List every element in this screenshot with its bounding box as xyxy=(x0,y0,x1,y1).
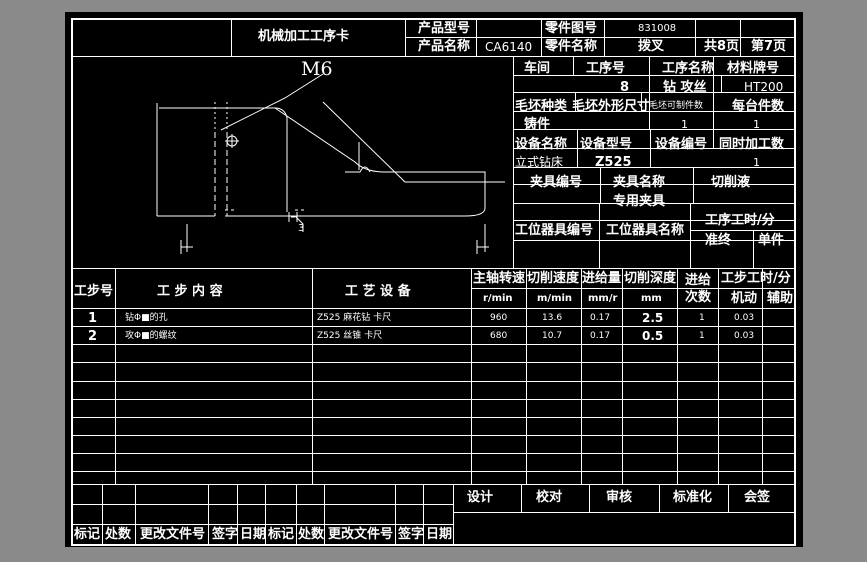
step-passes: 1 xyxy=(699,313,705,323)
material-value: HT200 xyxy=(744,80,784,94)
op-name-label: 工序名称 xyxy=(662,61,715,76)
col-passes: 进给次数 xyxy=(685,273,712,305)
footer-date-1: 日期 xyxy=(240,527,267,542)
equip-name-value: 立式钻床 xyxy=(515,155,564,169)
step-content: 钻Φ■的孔 xyxy=(125,313,168,323)
footer-change-doc-2: 更改文件号 xyxy=(328,527,394,542)
dimension-3: 3 xyxy=(298,223,305,234)
step-depth: 2.5 xyxy=(642,311,664,325)
footer-standard: 标准化 xyxy=(673,490,713,505)
footer-signature-2: 签字 xyxy=(398,527,425,542)
op-time-label: 工序工时/分 xyxy=(705,213,775,228)
parts-per-unit-label: 每台件数 xyxy=(732,99,785,114)
fixture-name-label: 夹具名称 xyxy=(613,175,666,190)
footer-sign: 会签 xyxy=(744,490,771,505)
col-machine: 机动 xyxy=(731,291,758,306)
equip-model-value: Z525 xyxy=(595,155,632,170)
footer-count-1: 处数 xyxy=(105,527,132,542)
unit-cut: m/min xyxy=(537,293,573,304)
footer-mark-1: 标记 xyxy=(74,527,101,542)
coolant-label: 切削液 xyxy=(711,175,751,190)
footer-signature-1: 签字 xyxy=(212,527,239,542)
col-spindle-speed: 主轴转速 xyxy=(473,271,526,286)
fixture-name-value: 专用夹具 xyxy=(613,194,666,209)
workshop-label: 车间 xyxy=(524,61,551,76)
blank-type-value: 铸件 xyxy=(524,117,551,132)
col-cut-speed: 切削速度 xyxy=(527,271,580,286)
step-speed: 960 xyxy=(490,313,508,323)
step-cut: 10.7 xyxy=(542,331,563,341)
footer-proof: 校对 xyxy=(536,490,563,505)
step-machine: 0.03 xyxy=(734,313,755,323)
col-content: 工 步 内 容 xyxy=(157,284,223,299)
col-aux: 辅助 xyxy=(767,291,794,306)
footer-date-2: 日期 xyxy=(426,527,453,542)
col-step-no: 工步号 xyxy=(74,284,114,299)
blank-parts-label: 毛坯可制件数 xyxy=(649,101,704,111)
step-speed: 680 xyxy=(490,331,508,341)
unit-feed: mm/r xyxy=(588,293,618,304)
op-no-value: 8 xyxy=(620,80,630,95)
prep-label: 准终 xyxy=(705,233,732,248)
step-feed: 0.17 xyxy=(590,313,611,323)
col-step-time: 工步工时/分 xyxy=(721,271,791,286)
unit-depth: mm xyxy=(641,293,662,304)
step-machine: 0.03 xyxy=(734,331,755,341)
step-feed: 0.17 xyxy=(590,331,611,341)
step-content: 攻Φ■的螺纹 xyxy=(125,331,177,341)
unit-speed: r/min xyxy=(483,293,513,304)
unit-label: 单件 xyxy=(758,233,785,248)
op-name-value: 钻 攻丝 xyxy=(663,80,707,95)
equip-name-label: 设备名称 xyxy=(515,137,568,152)
footer-review: 审核 xyxy=(606,490,633,505)
blank-parts-value: 1 xyxy=(681,118,688,131)
equip-model-label: 设备型号 xyxy=(580,137,633,152)
step-equipment: Z525 丝锥 卡尺 xyxy=(317,331,383,341)
footer-change-doc-1: 更改文件号 xyxy=(140,527,206,542)
station-tool-name-label: 工位器具名称 xyxy=(606,223,685,238)
col-depth: 切削深度 xyxy=(624,271,677,286)
simul-label: 同时加工数 xyxy=(719,137,785,152)
step-passes: 1 xyxy=(699,331,705,341)
step-depth: 0.5 xyxy=(642,329,664,343)
process-card-sheet: 机械加工工序卡 产品型号 零件图号 831008 产品名称 CA6140 零件名… xyxy=(65,12,803,547)
footer-mark-2: 标记 xyxy=(268,527,295,542)
col-feed: 进给量 xyxy=(582,271,622,286)
blank-size-label: 毛坯外形尺寸 xyxy=(572,99,651,114)
step-no: 2 xyxy=(88,329,98,344)
step-no: 1 xyxy=(88,311,98,326)
step-cut: 13.6 xyxy=(542,313,563,323)
step-equipment: Z525 麻花钻 卡尺 xyxy=(317,313,392,323)
parts-per-unit-value: 1 xyxy=(753,118,760,131)
material-label: 材料牌号 xyxy=(727,61,780,76)
equip-no-label: 设备编号 xyxy=(655,137,708,152)
simul-value: 1 xyxy=(753,156,760,169)
station-tool-no-label: 工位器具编号 xyxy=(515,223,594,238)
footer-count-2: 处数 xyxy=(298,527,325,542)
col-equipment: 工 艺 设 备 xyxy=(345,284,411,299)
op-no-label: 工序号 xyxy=(586,61,626,76)
thread-callout: M6 xyxy=(301,58,333,80)
blank-type-label: 毛坯种类 xyxy=(515,99,568,114)
fixture-no-label: 夹具编号 xyxy=(530,175,583,190)
footer-design: 设计 xyxy=(467,490,494,505)
